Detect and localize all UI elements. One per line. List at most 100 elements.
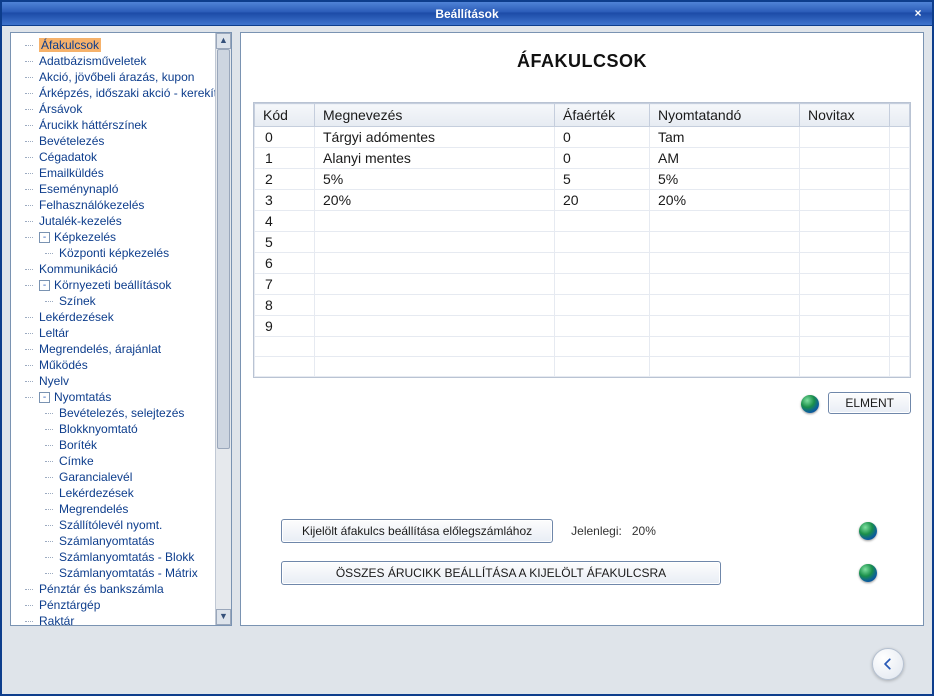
table-row[interactable]: 0Tárgyi adómentes0Tam [255,127,910,148]
cell-novitax[interactable] [800,295,890,316]
tree-item[interactable]: Számlanyomtatás [17,533,229,549]
cell-afaertek[interactable] [555,274,650,295]
cell-megnevezes[interactable]: Tárgyi adómentes [315,127,555,148]
cell-megnevezes[interactable]: 5% [315,169,555,190]
cell-kod[interactable]: 0 [255,127,315,148]
close-icon[interactable]: × [910,5,926,21]
cell-kod[interactable]: 4 [255,211,315,232]
settings-tree[interactable]: ÁfakulcsokAdatbázisműveletekAkció, jövőb… [11,33,231,625]
tree-scrollbar[interactable]: ▲ ▼ [215,33,231,625]
table-row[interactable]: 8 [255,295,910,316]
tree-item[interactable]: Kommunikáció [17,261,229,277]
tree-item[interactable]: Boríték [17,437,229,453]
tree-item[interactable]: Árucikk háttérszínek [17,117,229,133]
tree-item[interactable]: Címke [17,453,229,469]
cell-kod[interactable]: 5 [255,232,315,253]
cell-megnevezes[interactable] [315,295,555,316]
vat-grid[interactable]: Kód Megnevezés Áfaérték Nyomtatandó Novi… [253,102,911,378]
cell-novitax[interactable] [800,190,890,211]
set-all-items-vat-button[interactable]: ÖSSZES ÁRUCIKK BEÁLLÍTÁSA A KIJELÖLT ÁFA… [281,561,721,585]
table-row-empty[interactable] [255,337,910,357]
table-row[interactable]: 9 [255,316,910,337]
cell-nyomtatando[interactable] [650,232,800,253]
cell-nyomtatando[interactable]: Tam [650,127,800,148]
cell-nyomtatando[interactable]: AM [650,148,800,169]
tree-item[interactable]: Adatbázisműveletek [17,53,229,69]
cell-nyomtatando[interactable] [650,316,800,337]
tree-item[interactable]: Áfakulcsok [17,37,229,53]
cell-novitax[interactable] [800,169,890,190]
cell-afaertek[interactable] [555,253,650,274]
tree-item[interactable]: Bevételezés, selejtezés [17,405,229,421]
cell-afaertek[interactable]: 5 [555,169,650,190]
cell-nyomtatando[interactable] [650,211,800,232]
scroll-down-icon[interactable]: ▼ [216,609,231,625]
cell-afaertek[interactable] [555,316,650,337]
tree-item[interactable]: Pénztár és bankszámla [17,581,229,597]
cell-megnevezes[interactable]: 20% [315,190,555,211]
tree-expander-icon[interactable]: - [39,392,50,403]
table-row[interactable]: 25%55% [255,169,910,190]
cell-novitax[interactable] [800,253,890,274]
cell-afaertek[interactable]: 20 [555,190,650,211]
table-row-empty[interactable] [255,357,910,377]
tree-item[interactable]: Ársávok [17,101,229,117]
tree-item[interactable]: Megrendelés [17,501,229,517]
cell-afaertek[interactable]: 0 [555,127,650,148]
table-row[interactable]: 320%2020% [255,190,910,211]
cell-megnevezes[interactable] [315,253,555,274]
tree-item[interactable]: Bevételezés [17,133,229,149]
col-novitax[interactable]: Novitax [800,104,890,127]
set-prepay-vat-button[interactable]: Kijelölt áfakulcs beállítása előlegszáml… [281,519,553,543]
cell-kod[interactable]: 8 [255,295,315,316]
cell-megnevezes[interactable]: Alanyi mentes [315,148,555,169]
tree-item[interactable]: Pénztárgép [17,597,229,613]
tree-item[interactable]: Jutalék-kezelés [17,213,229,229]
table-row[interactable]: 7 [255,274,910,295]
cell-nyomtatando[interactable]: 5% [650,169,800,190]
cell-novitax[interactable] [800,232,890,253]
cell-nyomtatando[interactable] [650,295,800,316]
tree-item[interactable]: Központi képkezelés [17,245,229,261]
tree-item[interactable]: Garancialevél [17,469,229,485]
cell-nyomtatando[interactable] [650,253,800,274]
back-button[interactable] [872,648,904,680]
cell-kod[interactable]: 6 [255,253,315,274]
cell-novitax[interactable] [800,316,890,337]
tree-item[interactable]: Szállítólevél nyomt. [17,517,229,533]
tree-item[interactable]: Emailküldés [17,165,229,181]
tree-item[interactable]: Lekérdezések [17,485,229,501]
cell-novitax[interactable] [800,127,890,148]
tree-item[interactable]: Működés [17,357,229,373]
tree-item[interactable]: Árképzés, időszaki akció - kerekítés [17,85,229,101]
cell-kod[interactable]: 3 [255,190,315,211]
tree-item[interactable]: Blokknyomtató [17,421,229,437]
cell-novitax[interactable] [800,148,890,169]
table-row[interactable]: 6 [255,253,910,274]
tree-item[interactable]: Megrendelés, árajánlat [17,341,229,357]
tree-item[interactable]: Raktár [17,613,229,625]
save-button[interactable]: ELMENT [828,392,911,414]
cell-novitax[interactable] [800,274,890,295]
tree-item[interactable]: Lekérdezések [17,309,229,325]
tree-item[interactable]: Felhasználókezelés [17,197,229,213]
cell-kod[interactable]: 9 [255,316,315,337]
cell-megnevezes[interactable] [315,232,555,253]
tree-item[interactable]: -Nyomtatás [17,389,229,405]
cell-kod[interactable]: 1 [255,148,315,169]
table-row[interactable]: 5 [255,232,910,253]
col-nyomtatando[interactable]: Nyomtatandó [650,104,800,127]
cell-novitax[interactable] [800,211,890,232]
tree-item[interactable]: Számlanyomtatás - Mátrix [17,565,229,581]
cell-nyomtatando[interactable]: 20% [650,190,800,211]
tree-item[interactable]: Számlanyomtatás - Blokk [17,549,229,565]
tree-item[interactable]: Cégadatok [17,149,229,165]
cell-afaertek[interactable] [555,232,650,253]
table-row[interactable]: 4 [255,211,910,232]
scroll-up-icon[interactable]: ▲ [216,33,231,49]
cell-afaertek[interactable] [555,211,650,232]
cell-afaertek[interactable]: 0 [555,148,650,169]
cell-megnevezes[interactable] [315,211,555,232]
tree-expander-icon[interactable]: - [39,280,50,291]
tree-item[interactable]: Eseménynapló [17,181,229,197]
